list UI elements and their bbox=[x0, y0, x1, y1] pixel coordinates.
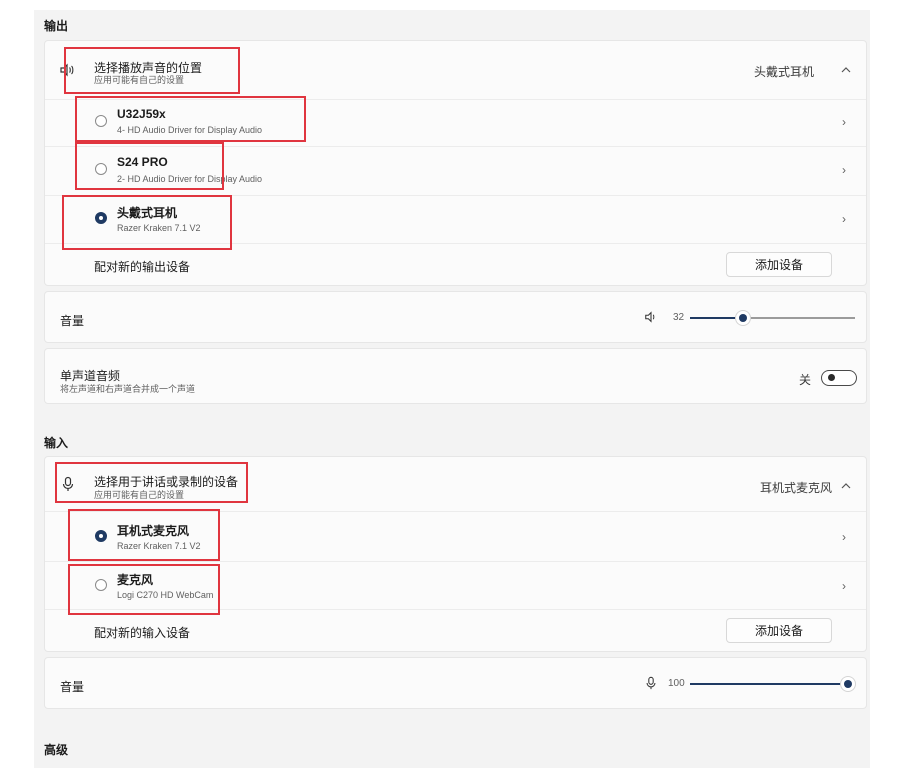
output-device-row[interactable]: U32J59x 4- HD Audio Driver for Display A… bbox=[45, 99, 866, 146]
mono-state-label: 关 bbox=[799, 373, 812, 387]
chevron-right-icon[interactable]: › bbox=[842, 164, 852, 176]
output-current-device: 头戴式耳机 bbox=[754, 65, 815, 79]
chevron-right-icon[interactable]: › bbox=[842, 580, 852, 592]
output-device-header[interactable]: 选择播放声音的位置 应用可能有自己的设置 头戴式耳机 bbox=[45, 41, 866, 99]
pair-output-label: 配对新的输出设备 bbox=[94, 260, 191, 274]
output-volume-thumb[interactable] bbox=[739, 314, 747, 322]
output-volume-card: 音量 32 bbox=[44, 291, 867, 343]
radio-button[interactable] bbox=[95, 115, 107, 127]
speaker-small-icon bbox=[645, 311, 655, 323]
device-name: 头戴式耳机 bbox=[117, 206, 178, 220]
add-input-device-button[interactable]: 添加设备 bbox=[726, 618, 832, 643]
input-volume-value: 100 bbox=[668, 678, 685, 689]
output-device-card: 选择播放声音的位置 应用可能有自己的设置 头戴式耳机 U32J59x 4- HD… bbox=[44, 40, 867, 286]
output-volume-label: 音量 bbox=[60, 314, 85, 328]
device-detail: Razer Kraken 7.1 V2 bbox=[117, 223, 201, 233]
device-name: S24 PRO bbox=[117, 155, 168, 169]
chevron-up-icon[interactable] bbox=[841, 65, 851, 75]
radio-button[interactable] bbox=[95, 579, 107, 591]
chevron-up-icon[interactable] bbox=[841, 481, 851, 491]
output-header-subtitle: 应用可能有自己的设置 bbox=[94, 75, 185, 85]
speaker-icon bbox=[60, 63, 74, 77]
mono-audio-subtitle: 将左声道和右声道合并成一个声道 bbox=[60, 384, 196, 394]
mono-audio-card: 单声道音频 将左声道和右声道合并成一个声道 关 bbox=[44, 348, 867, 404]
mono-audio-toggle[interactable] bbox=[821, 370, 857, 386]
input-volume-label: 音量 bbox=[60, 680, 85, 694]
input-volume-fill bbox=[690, 683, 848, 685]
output-device-row[interactable]: 头戴式耳机 Razer Kraken 7.1 V2 › bbox=[45, 195, 866, 243]
input-volume-thumb[interactable] bbox=[844, 680, 852, 688]
device-name: 耳机式麦克风 bbox=[117, 524, 190, 538]
device-name: 麦克风 bbox=[117, 573, 154, 587]
radio-button-selected[interactable] bbox=[95, 530, 107, 542]
add-output-device-button[interactable]: 添加设备 bbox=[726, 252, 832, 277]
device-detail: Razer Kraken 7.1 V2 bbox=[117, 541, 201, 551]
input-device-row[interactable]: 麦克风 Logi C270 HD WebCam › bbox=[45, 561, 866, 609]
output-volume-fill bbox=[690, 317, 743, 319]
device-detail: Logi C270 HD WebCam bbox=[117, 590, 214, 600]
input-device-header[interactable]: 选择用于讲话或录制的设备 应用可能有自己的设置 耳机式麦克风 bbox=[45, 457, 866, 511]
advanced-section-title: 高级 bbox=[44, 743, 69, 757]
pair-input-label: 配对新的输入设备 bbox=[94, 626, 191, 640]
output-volume-value: 32 bbox=[673, 312, 685, 323]
input-current-device: 耳机式麦克风 bbox=[760, 481, 833, 495]
microphone-icon bbox=[62, 476, 74, 491]
input-device-card: 选择用于讲话或录制的设备 应用可能有自己的设置 耳机式麦克风 耳机式麦克风 Ra… bbox=[44, 456, 867, 652]
input-device-row[interactable]: 耳机式麦克风 Razer Kraken 7.1 V2 › bbox=[45, 511, 866, 561]
pair-input-row: 配对新的输入设备 添加设备 bbox=[45, 609, 866, 653]
radio-button[interactable] bbox=[95, 163, 107, 175]
chevron-right-icon[interactable]: › bbox=[842, 116, 852, 128]
device-detail: 2- HD Audio Driver for Display Audio bbox=[117, 174, 263, 184]
input-section-title: 输入 bbox=[44, 436, 69, 450]
input-volume-card: 音量 100 bbox=[44, 657, 867, 709]
microphone-small-icon bbox=[646, 676, 656, 690]
output-device-row[interactable]: S24 PRO 2- HD Audio Driver for Display A… bbox=[45, 146, 866, 195]
device-detail: 4- HD Audio Driver for Display Audio bbox=[117, 125, 263, 135]
chevron-right-icon[interactable]: › bbox=[842, 213, 852, 225]
radio-button-selected[interactable] bbox=[95, 212, 107, 224]
output-section-title: 输出 bbox=[44, 19, 69, 33]
chevron-right-icon[interactable]: › bbox=[842, 531, 852, 543]
device-name: U32J59x bbox=[117, 107, 166, 121]
input-header-subtitle: 应用可能有自己的设置 bbox=[94, 490, 185, 500]
pair-output-row: 配对新的输出设备 添加设备 bbox=[45, 243, 866, 287]
